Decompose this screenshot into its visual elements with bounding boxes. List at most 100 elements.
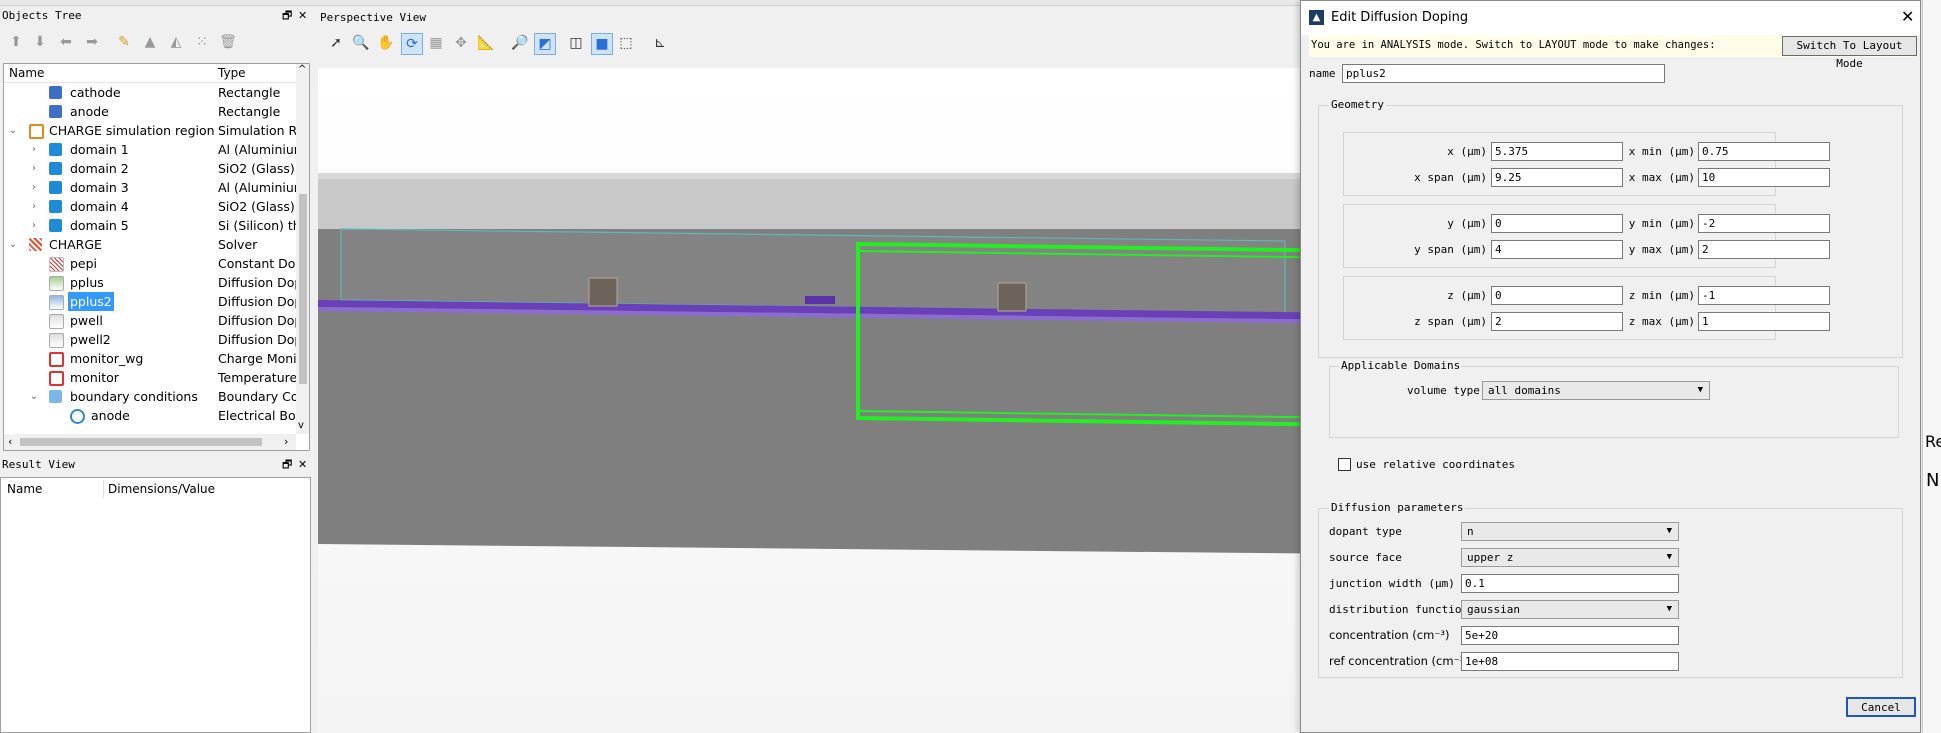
- move-left-icon[interactable]: ⬅: [56, 32, 76, 52]
- expand-arrow-icon[interactable]: ›: [28, 178, 40, 197]
- concentration-field[interactable]: [1461, 626, 1679, 645]
- zoom-icon[interactable]: 🔍: [351, 33, 371, 53]
- objects-toolbar: ⬆ ⬇ ⬅ ➡ ✎ ▲ ◭ ⁙ 🗑: [6, 32, 256, 54]
- switch-to-layout-button[interactable]: Switch To Layout Mode: [1782, 36, 1917, 70]
- tree-item-domain-1[interactable]: › domain 1 Al (Aluminium: [4, 140, 306, 159]
- expand-arrow-icon[interactable]: ›: [28, 197, 40, 216]
- x-max-field[interactable]: [1698, 168, 1830, 187]
- distribution-function-select[interactable]: gaussian ▼: [1461, 600, 1679, 619]
- tree-item-domain-3[interactable]: › domain 3 Al (Aluminium: [4, 178, 306, 197]
- delete-icon[interactable]: 🗑: [218, 32, 238, 52]
- column-divider: [103, 480, 104, 498]
- fit-view-icon[interactable]: ◩: [534, 33, 556, 55]
- collapse-arrow-icon[interactable]: ⌄: [28, 387, 40, 406]
- 3d-viewport[interactable]: [318, 68, 1358, 733]
- grid-icon[interactable]: ▦: [426, 33, 446, 53]
- y-max-field[interactable]: [1698, 240, 1830, 259]
- z-max-field[interactable]: [1698, 312, 1830, 331]
- pan-hand-icon[interactable]: ✋: [376, 33, 396, 53]
- move-right-icon[interactable]: ➡: [82, 32, 102, 52]
- float-panel-icon[interactable]: 🗗: [282, 457, 292, 473]
- tree-horizontal-scrollbar[interactable]: ‹ ›: [4, 434, 296, 450]
- axes-icon[interactable]: ⊾: [650, 33, 670, 53]
- z-field[interactable]: [1491, 286, 1623, 305]
- tree-item-domain-5[interactable]: › domain 5 Si (Silicon) thi: [4, 216, 304, 235]
- y-span-field[interactable]: [1491, 240, 1623, 259]
- move-down-icon[interactable]: ⬇: [30, 32, 50, 52]
- tree-item-boundary-conditions[interactable]: ⌄ boundary conditions Boundary Co: [4, 387, 299, 406]
- tree-item-pwell2[interactable]: pwell2 Diffusion Dop: [4, 330, 302, 349]
- col-dimensions-header[interactable]: Dimensions/Value: [108, 482, 215, 496]
- tree-item-anode[interactable]: anode Rectangle: [4, 102, 296, 121]
- scroll-thumb[interactable]: [299, 194, 307, 384]
- cancel-button[interactable]: Cancel: [1846, 697, 1916, 717]
- collapse-arrow-icon[interactable]: ⌄: [7, 121, 19, 140]
- expand-arrow-icon[interactable]: ›: [28, 159, 40, 178]
- move-axes-icon[interactable]: ✥: [451, 33, 471, 53]
- scroll-down-icon[interactable]: v: [298, 420, 304, 431]
- volume-type-select[interactable]: all domains ▼: [1482, 381, 1710, 400]
- cube-wireframe-icon[interactable]: ⬚: [616, 33, 636, 53]
- close-panel-icon[interactable]: ✕: [298, 457, 307, 473]
- select-arrow-icon[interactable]: ➚: [326, 33, 346, 53]
- tree-item-monitor[interactable]: monitor Temperature: [4, 368, 297, 387]
- tree-item-pplus[interactable]: pplus Diffusion Dop: [4, 273, 302, 292]
- ref-concentration-field[interactable]: [1461, 652, 1679, 671]
- tree-item-anode-bc[interactable]: anode Electrical Bou: [4, 406, 304, 425]
- float-panel-icon[interactable]: 🗗: [282, 8, 292, 24]
- close-icon[interactable]: ✕: [1901, 7, 1914, 26]
- diffusion-doping-icon: [49, 314, 64, 329]
- array-icon[interactable]: ⁙: [192, 32, 212, 52]
- x-span-field[interactable]: [1491, 168, 1623, 187]
- scroll-up-icon[interactable]: ^: [298, 64, 306, 75]
- tree-item-monitor-wg[interactable]: monitor_wg Charge Monit: [4, 349, 302, 368]
- relative-coordinates-checkbox[interactable]: [1338, 458, 1351, 471]
- move-up-icon[interactable]: ⬆: [6, 32, 26, 52]
- tree-item-domain-4[interactable]: › domain 4 SiO2 (Glass) -: [4, 197, 303, 216]
- tree-item-domain-2[interactable]: › domain 2 SiO2 (Glass) -: [4, 159, 303, 178]
- z-min-field[interactable]: [1698, 286, 1830, 305]
- col-type-header[interactable]: Type: [218, 66, 246, 80]
- cube-outline-icon[interactable]: ◫: [566, 33, 586, 53]
- y-field[interactable]: [1491, 214, 1623, 233]
- background-window-edge: Re N: [1922, 0, 1941, 733]
- tree-item-cathode[interactable]: cathode Rectangle: [4, 83, 296, 102]
- tree-item-pplus2[interactable]: pplus2 Diffusion Dop: [4, 292, 302, 311]
- scroll-right-icon[interactable]: ›: [284, 435, 288, 448]
- magic-select-icon[interactable]: 🔎: [510, 33, 530, 53]
- x-min-field[interactable]: [1698, 142, 1830, 161]
- rectangle-icon: [49, 86, 62, 99]
- rotate-icon[interactable]: ⟳: [401, 33, 423, 55]
- collapse-arrow-icon[interactable]: ⌄: [7, 235, 19, 254]
- dropdown-arrow-icon: ▼: [1697, 385, 1703, 395]
- mesh-icon[interactable]: ◭: [166, 32, 186, 52]
- col-name-header[interactable]: Name: [7, 482, 42, 496]
- dopant-type-select[interactable]: n ▼: [1461, 522, 1679, 541]
- tree-vertical-scrollbar[interactable]: ^ v: [296, 64, 309, 434]
- z-span-field[interactable]: [1491, 312, 1623, 331]
- folder-icon: [49, 390, 62, 403]
- objects-tree-title: Objects Tree: [0, 8, 282, 24]
- structure-icon[interactable]: ▲: [140, 32, 160, 52]
- scroll-left-icon[interactable]: ‹: [8, 435, 12, 448]
- expand-arrow-icon[interactable]: ›: [28, 140, 40, 159]
- col-name-header[interactable]: Name: [9, 66, 44, 80]
- edit-pen-icon[interactable]: ✎: [114, 32, 134, 52]
- source-face-select[interactable]: upper z ▼: [1461, 548, 1679, 567]
- edge-text-fragment: N: [1926, 470, 1940, 491]
- junction-width-field[interactable]: [1461, 574, 1679, 593]
- tree-item-charge-region[interactable]: ⌄ CHARGE simulation region Simulation Re: [4, 121, 304, 140]
- x-field[interactable]: [1491, 142, 1623, 161]
- tree-item-pwell[interactable]: pwell Diffusion Dop: [4, 311, 302, 330]
- name-field[interactable]: [1342, 64, 1665, 83]
- contact-pad-left: [588, 277, 618, 307]
- scroll-thumb[interactable]: [20, 438, 262, 446]
- ruler-icon[interactable]: 📐: [476, 33, 496, 53]
- y-min-field[interactable]: [1698, 214, 1830, 233]
- expand-arrow-icon[interactable]: ›: [28, 216, 40, 235]
- cube-solid-icon[interactable]: ■: [591, 33, 613, 55]
- tree-item-charge-solver[interactable]: ⌄ CHARGE Solver: [4, 235, 296, 254]
- tree-item-pepi[interactable]: pepi Constant Dop: [4, 254, 303, 273]
- close-panel-icon[interactable]: ✕: [298, 8, 307, 24]
- result-view-panel: Result View 🗗 ✕ Name Dimensions/Value: [0, 457, 312, 733]
